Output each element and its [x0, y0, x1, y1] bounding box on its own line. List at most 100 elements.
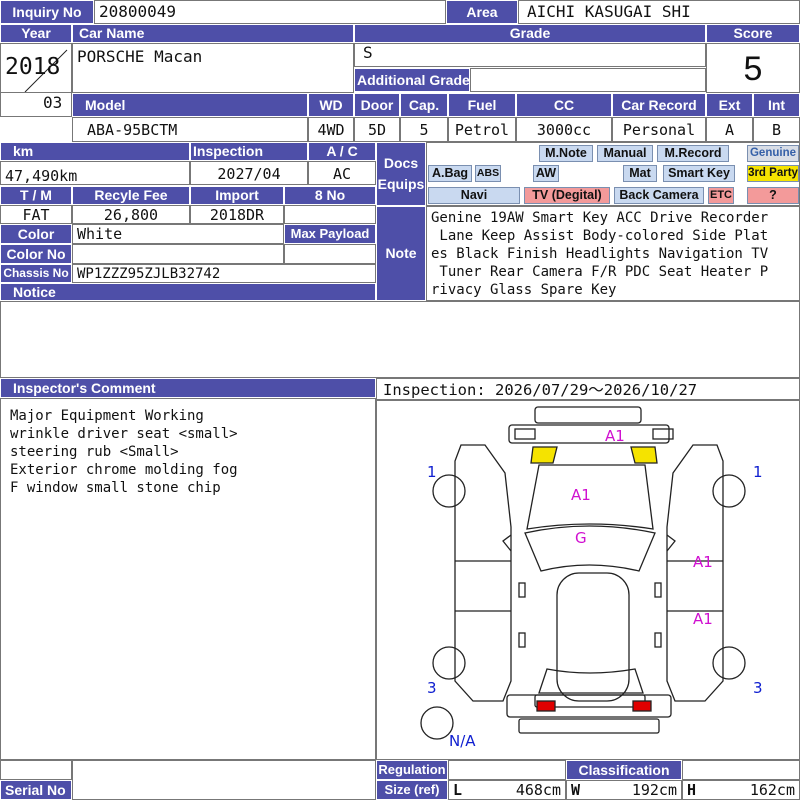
left-rear-wheel [432, 646, 466, 680]
car-name-value: PORSCHE Macan [72, 43, 354, 93]
car-name-label: Car Name [72, 24, 354, 43]
note-line: Lane Keep Assist Body-colored Side Plat [431, 228, 769, 244]
height-value: 162cm [749, 781, 795, 799]
badge-navi: Navi [428, 187, 520, 204]
notice-label: Notice [0, 283, 376, 301]
docs-equips-label: Docs Equips [376, 142, 426, 206]
chassis-no-label: Chassis No [0, 264, 72, 283]
badge-abs: ABS [475, 165, 501, 182]
cap-value: 5 [400, 117, 448, 142]
regulation-value [448, 760, 566, 780]
roof [556, 572, 630, 702]
left-front-wheel [432, 474, 466, 508]
comment-line: F window small stone chip [10, 480, 221, 496]
length-label: L [453, 781, 463, 799]
right-front-handle [654, 582, 662, 598]
left-front-handle [518, 582, 526, 598]
mark-right-front-door: A1 [693, 553, 713, 571]
rear-window [538, 668, 644, 694]
mark-windshield: G [575, 529, 587, 547]
front-bumper [508, 424, 670, 444]
windshield [524, 525, 656, 572]
model-value: ABA-95BCTM [72, 117, 308, 142]
ac-value: AC [308, 161, 376, 185]
size-width: W 192cm [566, 780, 682, 800]
front-bumper-top [534, 406, 642, 424]
note-label: Note [376, 206, 426, 301]
left-tail-light [536, 700, 556, 712]
max-payload-value [284, 244, 376, 264]
ext-value: A [706, 117, 753, 142]
right-rear-handle [654, 632, 662, 648]
mark-right-rear-wheel: 3 [753, 679, 763, 697]
front-right-fog-light [652, 428, 674, 440]
inspection-value: 2027/04 [190, 161, 308, 185]
badge-mnote: M.Note [539, 145, 593, 162]
badge-genuine: Genuine [747, 145, 799, 162]
additional-grade-value [470, 68, 706, 92]
length-value: 468cm [515, 781, 561, 799]
badge-mrecord: M.Record [657, 145, 729, 162]
eight-no-value [284, 205, 376, 224]
color-value: White [72, 224, 284, 244]
badge-manual: Manual [597, 145, 653, 162]
comment-line: wrinkle driver seat <small> [10, 426, 238, 442]
classification-label: Classification [566, 760, 682, 780]
cap-label: Cap. [400, 93, 448, 117]
badge-tv-degital: TV (Degital) [524, 187, 610, 204]
ac-label: A / C [308, 142, 376, 161]
color-no-value [72, 244, 284, 264]
int-label: Int [753, 93, 800, 117]
door-value: 5D [354, 117, 400, 142]
badge-third-party: 3rd Party [747, 165, 799, 182]
grade-value: S [354, 43, 706, 67]
serial-blank [0, 760, 72, 780]
badge-abag: A.Bag [428, 165, 472, 182]
mark-spare-tire: N/A [449, 732, 476, 750]
month-value: 03 [43, 93, 63, 112]
mark-hood: A1 [571, 486, 591, 504]
size-length: L 468cm [448, 780, 566, 800]
left-headlight [530, 446, 558, 464]
chassis-no-value: WP1ZZZ95ZJLB32742 [72, 264, 376, 283]
color-no-label: Color No [0, 244, 72, 264]
note-panel: Genine 19AW Smart Key ACC Drive Recorder… [426, 206, 800, 301]
ext-label: Ext [706, 93, 753, 117]
inquiry-no-value: 20800049 [94, 0, 446, 24]
front-left-fog-light [514, 428, 536, 440]
wd-value: 4WD [308, 117, 354, 142]
note-line: es Black Finish Headlights Navigation TV [431, 246, 769, 262]
size-height: H 162cm [682, 780, 800, 800]
serial-no-label: Serial No [0, 780, 72, 800]
year-cell: 2018 [0, 43, 72, 93]
km-value: 47,490km [0, 161, 190, 185]
regulation-label: Regulation [376, 760, 448, 780]
car-diagram: A1 A1 G A1 A1 1 1 3 3 N/A [420, 406, 763, 750]
badge-mat: Mat [623, 165, 657, 182]
rear-lower-bumper [518, 718, 660, 734]
door-label: Door [354, 93, 400, 117]
size-ref-label: Size (ref) [376, 780, 448, 800]
additional-grade-label: Additional Grade [354, 68, 470, 92]
cc-value: 3000cc [516, 117, 612, 142]
eight-no-label: 8 No [284, 186, 376, 205]
wd-label: WD [308, 93, 354, 117]
color-label: Color [0, 224, 72, 244]
score-label: Score [706, 24, 800, 43]
model-label: Model [72, 93, 308, 117]
fuel-label: Fuel [448, 93, 516, 117]
right-rear-wheel [712, 646, 746, 680]
grade-label: Grade [354, 24, 706, 43]
import-label: Import [190, 186, 284, 205]
recycle-fee-value: 26,800 [72, 205, 190, 224]
mark-right-rear-door: A1 [693, 610, 713, 628]
mark-left-front-wheel: 1 [427, 463, 437, 481]
km-label: km [0, 142, 190, 161]
inspector-comment-label: Inspector's Comment [0, 378, 376, 398]
year-value: 2018 [5, 54, 61, 80]
inspection-label: Inspection [190, 142, 308, 161]
height-label: H [687, 781, 697, 799]
month-cell: 03 [0, 93, 72, 117]
badge-smart-key: Smart Key [663, 165, 735, 182]
max-payload-label: Max Payload [284, 224, 376, 244]
